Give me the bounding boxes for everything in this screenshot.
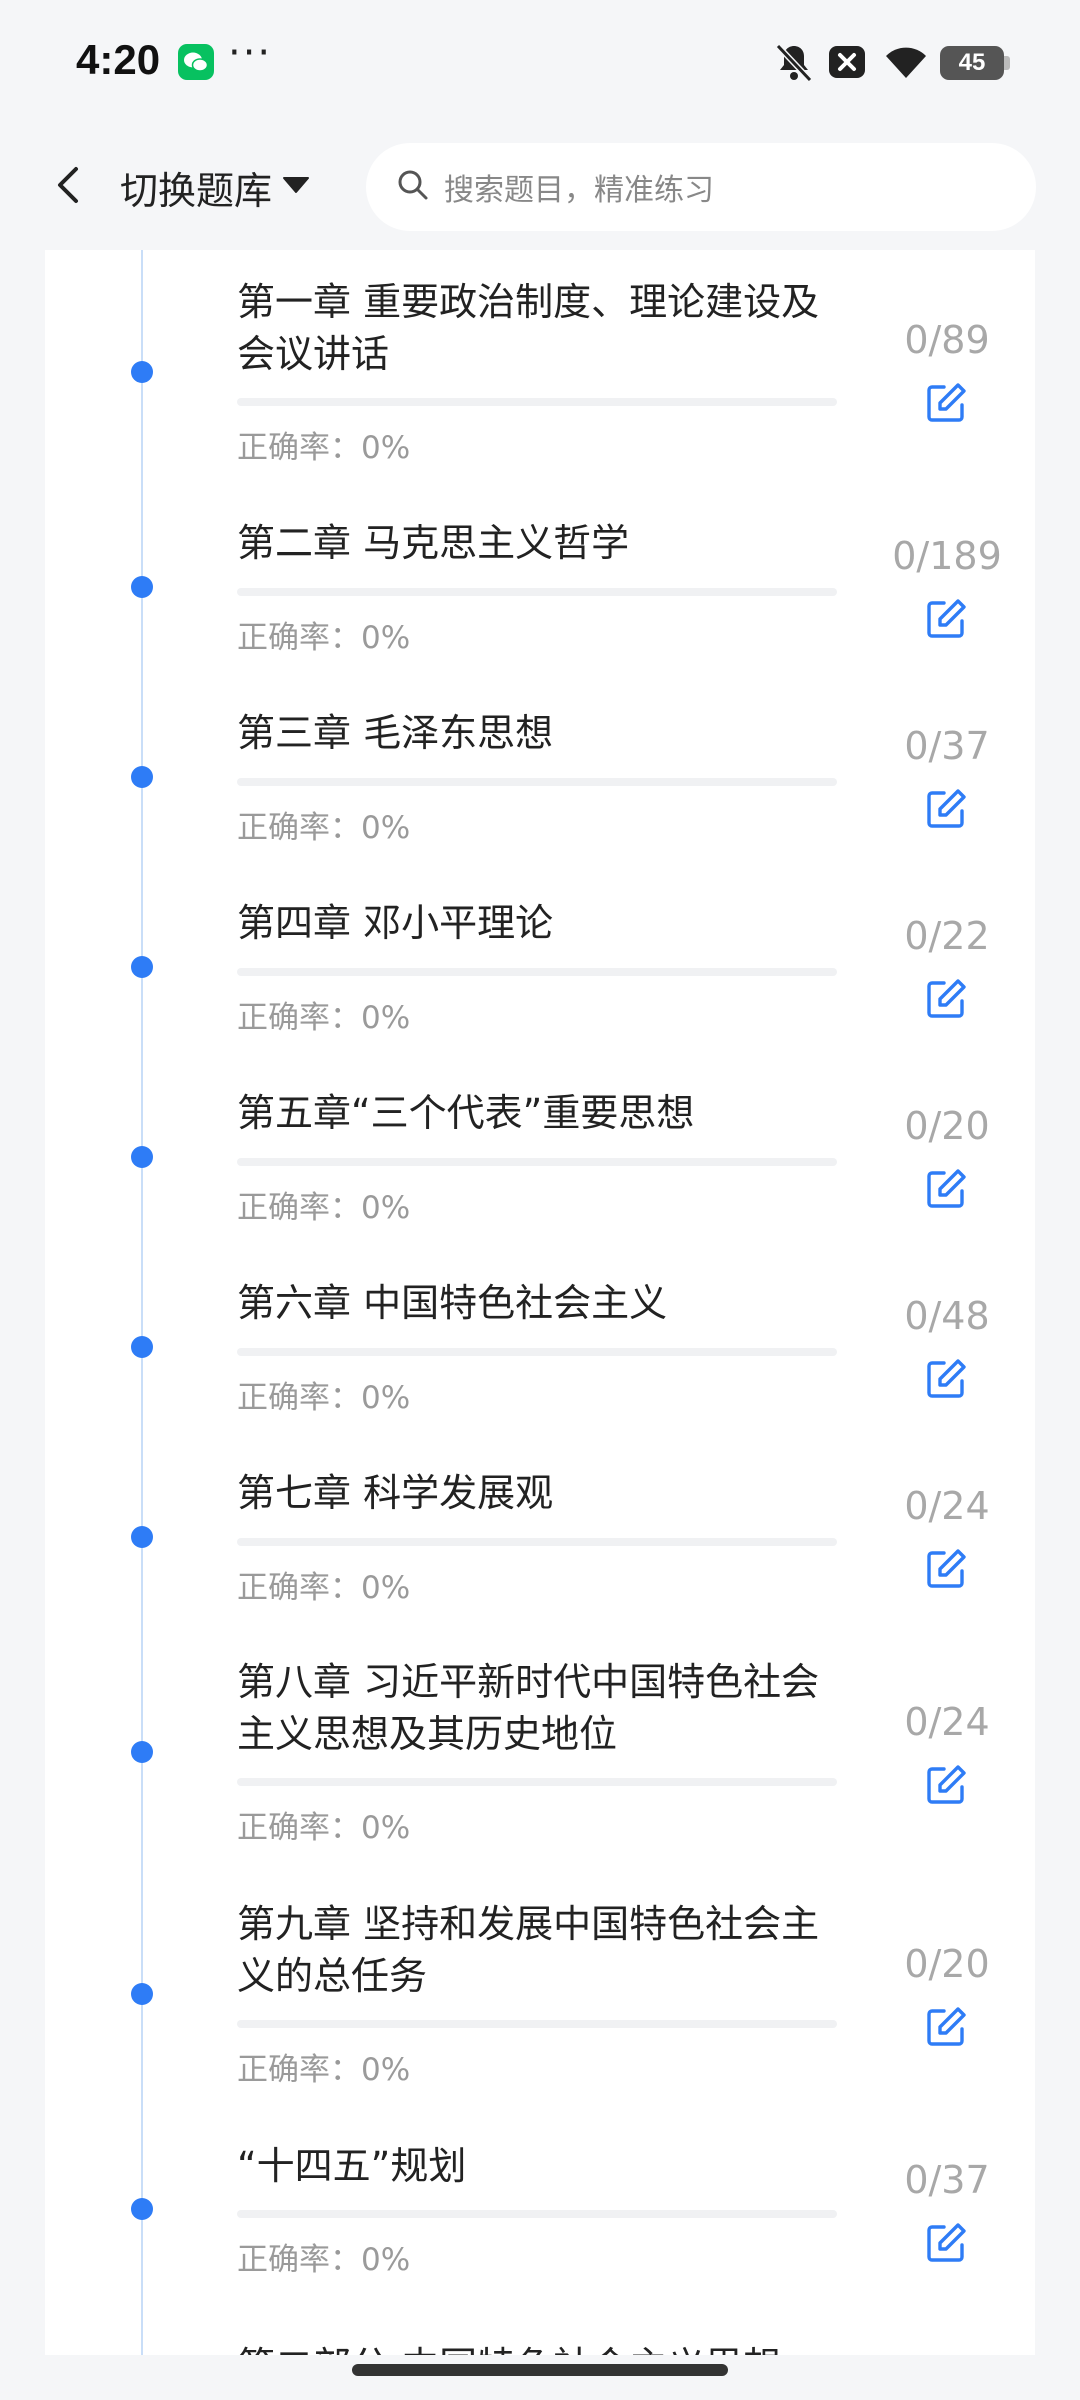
practice-button[interactable] — [911, 1992, 981, 2062]
progress-bar — [237, 2020, 837, 2028]
status-time: 4:20 — [76, 36, 161, 83]
chapter-title: 第七章 科学发展观 — [237, 1471, 554, 1515]
practice-button[interactable] — [911, 2208, 981, 2278]
edit-icon — [927, 1359, 966, 1398]
practice-button[interactable] — [911, 368, 981, 438]
switch-question-bank-button[interactable]: 切换题库 — [120, 155, 310, 219]
chapter-title: “十四五”规划 — [237, 2144, 467, 2188]
progress-bar — [237, 1158, 837, 1166]
edit-icon — [927, 1169, 966, 1208]
question-count: 0/189 — [892, 534, 1002, 578]
timeline-dot — [131, 1983, 153, 2005]
accuracy-label: 正确率：0% — [237, 810, 411, 846]
timeline-dot — [131, 1741, 153, 1763]
question-count: 0/89 — [904, 318, 990, 362]
question-count: 0/24 — [904, 1484, 990, 1528]
timeline-dot — [131, 766, 153, 788]
bell-off-icon — [772, 40, 816, 84]
chapter-title: 第八章 习近平新时代中国特色社会主义思想及其历史地位 — [237, 1660, 820, 1756]
timeline-dot — [131, 576, 153, 598]
timeline-dot — [131, 956, 153, 978]
question-count: 0/20 — [904, 1104, 990, 1148]
progress-bar — [237, 968, 837, 976]
practice-button[interactable] — [911, 1154, 981, 1224]
chapter-title: 第二章 马克思主义哲学 — [237, 521, 630, 565]
question-count: 0/22 — [904, 914, 990, 958]
timeline-dot — [131, 361, 153, 383]
progress-bar — [237, 588, 837, 596]
more-notifications: ··· — [228, 30, 273, 76]
progress-bar — [237, 778, 837, 786]
timeline-dot — [131, 2198, 153, 2220]
edit-icon — [927, 979, 966, 1018]
accuracy-label: 正确率：0% — [237, 2242, 411, 2278]
chapter-list: 第一章 重要政治制度、理论建设及会议讲话 正确率：0% 0/89 第二章 马克思… — [45, 250, 1035, 2355]
chapter-title: 第四章 邓小平理论 — [237, 901, 554, 945]
timeline-dot — [131, 1146, 153, 1168]
timeline-dot — [131, 1336, 153, 1358]
chapter-title: 第六章 中国特色社会主义 — [237, 1281, 668, 1325]
wechat-icon — [178, 44, 214, 80]
accuracy-label: 正确率：0% — [237, 1380, 411, 1416]
accuracy-label: 正确率：0% — [237, 2052, 411, 2088]
chapter-title: 第一章 重要政治制度、理论建设及会议讲话 — [237, 280, 820, 376]
chevron-left-icon — [48, 161, 88, 213]
edit-icon — [927, 2007, 966, 2046]
edit-icon — [927, 599, 966, 638]
accuracy-label: 正确率：0% — [237, 1000, 411, 1036]
progress-bar — [237, 1538, 837, 1546]
battery-icon: 45 — [940, 46, 1004, 80]
chapter-title: 第五章“三个代表”重要思想 — [237, 1091, 695, 1135]
question-count: 0/20 — [904, 1942, 990, 1986]
practice-button[interactable] — [911, 1344, 981, 1414]
accuracy-label: 正确率：0% — [237, 1570, 411, 1606]
home-indicator[interactable] — [352, 2364, 728, 2376]
practice-button[interactable] — [911, 1750, 981, 1820]
progress-bar — [237, 2210, 837, 2218]
top-bar: 切换题库 搜索题目，精准练习 — [0, 125, 1080, 250]
chapter-title: 第九章 坚持和发展中国特色社会主义的总任务 — [237, 1902, 820, 1998]
question-count: 0/37 — [904, 2158, 990, 2202]
accuracy-label: 正确率：0% — [237, 1190, 411, 1226]
accuracy-label: 正确率：0% — [237, 430, 411, 466]
chapter-title: 第三章 毛泽东思想 — [237, 711, 554, 755]
edit-icon — [927, 2223, 966, 2262]
practice-button[interactable] — [911, 774, 981, 844]
battery-tip — [1004, 56, 1010, 70]
edit-icon — [927, 383, 966, 422]
timeline-dot — [131, 1526, 153, 1548]
caret-down-icon — [282, 175, 310, 199]
next-section-title[interactable]: 第二部分 中国特色社会主义思想 — [237, 2335, 781, 2355]
practice-button[interactable] — [911, 1534, 981, 1604]
progress-bar — [237, 398, 837, 406]
edit-icon — [927, 789, 966, 828]
back-button[interactable] — [36, 155, 100, 219]
edit-icon — [927, 1765, 966, 1804]
progress-bar — [237, 1778, 837, 1786]
question-count: 0/24 — [904, 1700, 990, 1744]
progress-bar — [237, 1348, 837, 1356]
accuracy-label: 正确率：0% — [237, 620, 411, 656]
question-count: 0/48 — [904, 1294, 990, 1338]
practice-button[interactable] — [911, 964, 981, 1034]
question-count: 0/37 — [904, 724, 990, 768]
accuracy-label: 正确率：0% — [237, 1810, 411, 1846]
search-input[interactable]: 搜索题目，精准练习 — [366, 143, 1036, 231]
wifi-icon — [882, 40, 930, 84]
status-bar: 4:20 ··· 45 — [0, 0, 1080, 125]
edit-icon — [927, 1549, 966, 1588]
search-placeholder: 搜索题目，精准练习 — [444, 173, 714, 208]
practice-button[interactable] — [911, 584, 981, 654]
switch-question-bank-label: 切换题库 — [120, 168, 273, 213]
timeline-line — [141, 250, 143, 2355]
search-icon — [396, 168, 430, 206]
close-box-icon — [826, 40, 868, 84]
